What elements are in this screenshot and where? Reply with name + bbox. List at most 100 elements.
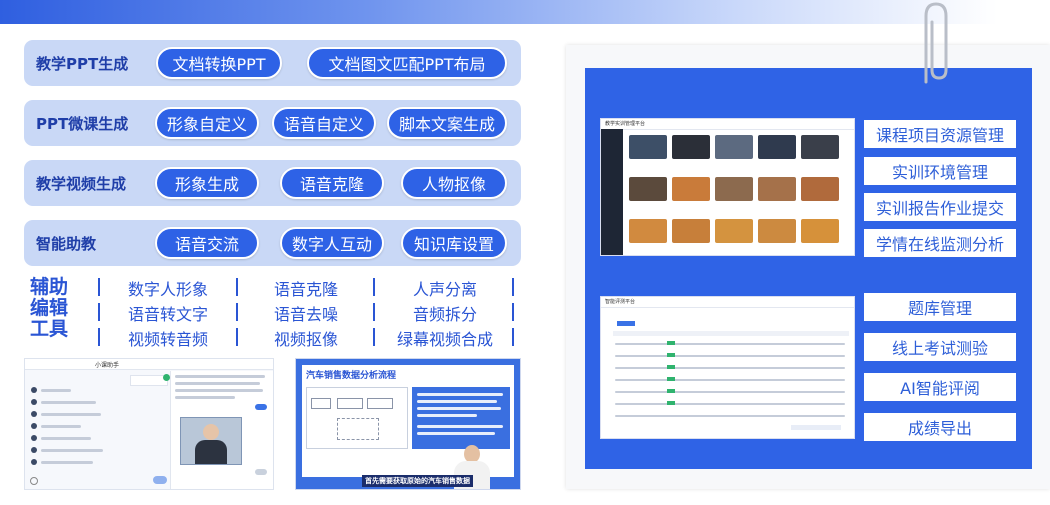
top-gradient-bar — [0, 0, 1050, 24]
pagination[interactable] — [791, 425, 841, 430]
text-line — [41, 461, 93, 464]
course-thumbnail[interactable] — [629, 177, 667, 201]
avatar — [31, 459, 37, 465]
tool-video-matting[interactable]: 视频抠像 — [274, 326, 338, 350]
separator — [512, 303, 514, 321]
tool-audio-split[interactable]: 音频拆分 — [413, 301, 477, 325]
assistant-screenshot: 小课助手 — [24, 358, 274, 490]
mini-title: 智能评测平台 — [605, 299, 636, 305]
tool-denoise[interactable]: 语音去噪 — [274, 301, 338, 325]
pill-knowledge-base[interactable]: 知识库设置 — [401, 227, 507, 259]
course-thumbnail[interactable] — [801, 135, 839, 159]
tool-greenscreen[interactable]: 绿幕视频合成 — [397, 326, 493, 350]
btn-score-export[interactable]: 成绩导出 — [864, 413, 1016, 441]
pill-doc-layout-match[interactable]: 文档图文匹配PPT布局 — [307, 47, 507, 79]
table-row[interactable] — [615, 343, 845, 345]
pill-voice-clone[interactable]: 语音克隆 — [280, 167, 384, 199]
tool-voice-clone[interactable]: 语音克隆 — [274, 276, 338, 300]
pill-script-gen[interactable]: 脚本文案生成 — [387, 107, 507, 139]
mic-icon[interactable] — [30, 477, 38, 485]
separator — [373, 328, 375, 346]
course-thumbnail[interactable] — [629, 219, 667, 243]
status-badges — [667, 341, 675, 411]
mini-sidebar — [601, 129, 623, 255]
pill-avatar-custom[interactable]: 形象自定义 — [155, 107, 259, 139]
course-thumbnail[interactable] — [801, 177, 839, 201]
text-panel — [412, 387, 510, 449]
video-caption: 首先需要获取原始的汽车销售数据 — [362, 475, 473, 487]
tools-title: 辅助编辑工具 — [30, 276, 69, 340]
separator — [373, 303, 375, 321]
separator — [236, 303, 238, 321]
presenter-video — [180, 417, 242, 465]
separator — [512, 278, 514, 296]
pill-matting[interactable]: 人物抠像 — [401, 167, 507, 199]
row-title: 智能助教 — [36, 234, 97, 253]
course-thumbnail[interactable] — [629, 135, 667, 159]
course-thumbnail[interactable] — [801, 219, 839, 243]
row-title: PPT微课生成 — [36, 114, 129, 133]
course-thumbnail[interactable] — [672, 135, 710, 159]
separator — [98, 328, 100, 346]
row-title: 教学PPT生成 — [36, 54, 129, 73]
avatar — [31, 447, 37, 453]
toggle-switch[interactable] — [255, 404, 267, 410]
avatar — [31, 399, 37, 405]
pill-doc-to-ppt[interactable]: 文档转换PPT — [156, 47, 282, 79]
btn-course-resources[interactable]: 课程项目资源管理 — [864, 120, 1016, 148]
flow-box — [367, 398, 393, 409]
table-row[interactable] — [615, 391, 845, 393]
course-thumbnail[interactable] — [758, 135, 796, 159]
course-thumbnail[interactable] — [715, 135, 753, 159]
pill-avatar-gen[interactable]: 形象生成 — [155, 167, 259, 199]
toggle-switch[interactable] — [255, 469, 267, 475]
video-screenshot: 汽车销售数据分析流程 首先需要获取原始的汽车销售数据 — [295, 358, 521, 490]
btn-report-submit[interactable]: 实训报告作业提交 — [864, 193, 1016, 221]
table-header — [613, 331, 849, 336]
separator — [98, 303, 100, 321]
table-row[interactable] — [615, 355, 845, 357]
tool-digital-avatar[interactable]: 数字人形象 — [128, 276, 208, 300]
pill-digital-human[interactable]: 数字人互动 — [280, 227, 384, 259]
btn-lab-environment[interactable]: 实训环境管理 — [864, 157, 1016, 185]
shot-title: 小课助手 — [95, 362, 120, 369]
course-thumbnail[interactable] — [672, 219, 710, 243]
text-line — [417, 425, 503, 428]
pill-voice-chat[interactable]: 语音交流 — [155, 227, 259, 259]
tool-video-to-audio[interactable]: 视频转音频 — [128, 326, 208, 350]
exam-screenshot: 智能评测平台 — [600, 296, 855, 439]
mini-header — [601, 297, 854, 308]
course-thumbnail[interactable] — [672, 177, 710, 201]
course-thumbnail[interactable] — [758, 177, 796, 201]
table-row[interactable] — [615, 367, 845, 369]
text-line — [417, 432, 495, 435]
course-thumbnail[interactable] — [758, 219, 796, 243]
tool-speech-to-text[interactable]: 语音转文字 — [128, 301, 208, 325]
table-row[interactable] — [615, 379, 845, 381]
feature-row-ppt: 教学PPT生成 文档转换PPT 文档图文匹配PPT布局 — [24, 40, 521, 86]
course-thumbnail[interactable] — [715, 177, 753, 201]
mini-title: 教学实训管理平台 — [605, 121, 646, 127]
avatar — [31, 387, 37, 393]
btn-ai-grading[interactable]: AI智能评阅 — [864, 373, 1016, 401]
flow-box — [337, 398, 363, 409]
text-line — [41, 413, 101, 416]
btn-question-bank[interactable]: 题库管理 — [864, 293, 1016, 321]
text-line — [41, 437, 91, 440]
tool-vocal-separate[interactable]: 人声分离 — [413, 276, 477, 300]
btn-learning-monitor[interactable]: 学情在线监测分析 — [864, 229, 1016, 257]
avatar — [31, 411, 37, 417]
send-button[interactable] — [153, 476, 167, 484]
course-thumbnail[interactable] — [715, 219, 753, 243]
text-line — [417, 400, 497, 403]
table-row[interactable] — [615, 403, 845, 405]
mini-button[interactable] — [617, 321, 635, 326]
text-line — [417, 407, 501, 410]
flow-box — [337, 418, 379, 440]
table-row[interactable] — [615, 415, 845, 417]
pill-voice-custom[interactable]: 语音自定义 — [272, 107, 376, 139]
avatar — [31, 435, 37, 441]
btn-online-exam[interactable]: 线上考试测验 — [864, 333, 1016, 361]
flow-diagram — [306, 387, 408, 449]
separator — [373, 278, 375, 296]
